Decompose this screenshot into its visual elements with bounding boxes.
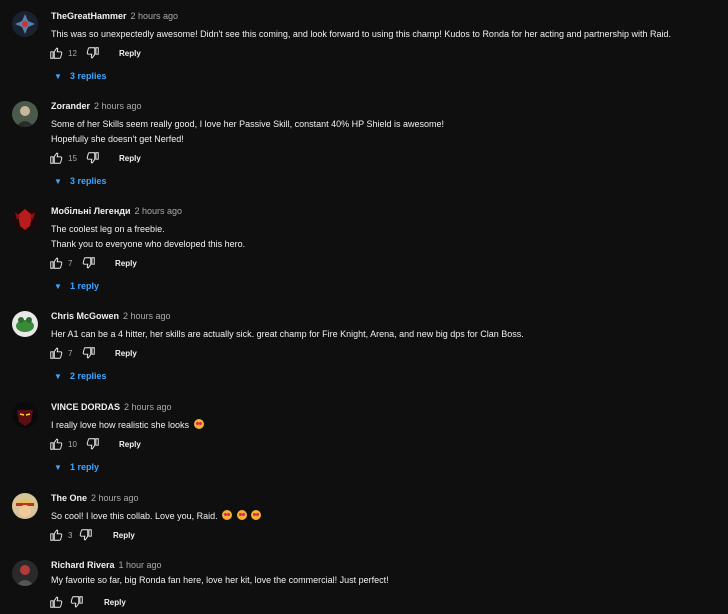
author-name[interactable]: VINCE DORDAS <box>51 402 120 412</box>
comment-text: I really love how realistic she looks <box>51 418 204 433</box>
comment-line: My favorite so far, big Ronda fan here, … <box>51 575 389 585</box>
comment-text: So cool! I love this collab. Love you, R… <box>51 509 262 524</box>
author-name[interactable]: Zorander <box>51 101 90 111</box>
avatar[interactable] <box>12 11 38 37</box>
comment-text: This was so unexpectedly awesome! Didn't… <box>51 27 671 42</box>
thumbs-down-icon[interactable] <box>86 46 100 60</box>
thumbs-down-icon[interactable] <box>79 528 93 542</box>
timestamp[interactable]: 2 hours ago <box>124 402 172 412</box>
view-replies-button[interactable]: ▼ 3 replies <box>54 176 107 186</box>
comment-text: Her A1 can be a 4 hitter, her skills are… <box>51 327 524 342</box>
replies-label: 1 reply <box>70 462 100 472</box>
thumbs-up-icon[interactable] <box>49 151 63 165</box>
like-count: 7 <box>68 259 73 268</box>
like-count: 10 <box>68 440 77 449</box>
timestamp[interactable]: 1 hour ago <box>119 560 162 570</box>
comment-line-text: I really love how realistic she looks <box>51 420 190 430</box>
view-replies-button[interactable]: ▼ 1 reply <box>54 281 99 291</box>
thumbs-up-icon[interactable] <box>49 46 63 60</box>
avatar[interactable] <box>12 402 38 428</box>
thumbs-up-icon[interactable] <box>49 437 63 451</box>
comment-header: TheGreatHammer 2 hours ago <box>51 11 178 21</box>
thumbs-down-icon[interactable] <box>70 595 84 609</box>
thumbs-down-icon[interactable] <box>82 346 96 360</box>
chevron-down-icon: ▼ <box>54 372 62 381</box>
comment-header: Zorander 2 hours ago <box>51 101 142 111</box>
reply-button[interactable]: Reply <box>119 49 141 58</box>
reply-button[interactable]: Reply <box>119 154 141 163</box>
thumbs-up-icon[interactable] <box>49 595 63 609</box>
replies-label: 3 replies <box>70 71 107 81</box>
timestamp[interactable]: 2 hours ago <box>94 101 142 111</box>
comment-line: Her A1 can be a 4 hitter, her skills are… <box>51 329 524 339</box>
view-replies-button[interactable]: ▼ 2 replies <box>54 371 107 381</box>
comment-line: Hopefully she doesn't get Nerfed! <box>51 134 184 144</box>
comment-text: My favorite so far, big Ronda fan here, … <box>51 573 389 588</box>
chevron-down-icon: ▼ <box>54 282 62 291</box>
comment-line: I really love how realistic she looks <box>51 418 204 433</box>
thumbs-down-icon[interactable] <box>86 151 100 165</box>
comment-text: Some of her Skills seem really good, I l… <box>51 117 444 147</box>
like-count: 12 <box>68 49 77 58</box>
comment-line: Thank you to everyone who developed this… <box>51 239 246 249</box>
smiling-face-with-hearts-emoji-icon <box>251 510 262 520</box>
comment-header: Richard Rivera 1 hour ago <box>51 560 162 570</box>
thumbs-up-icon[interactable] <box>49 346 63 360</box>
timestamp[interactable]: 2 hours ago <box>135 206 183 216</box>
comment-line: So cool! I love this collab. Love you, R… <box>51 509 262 524</box>
author-name[interactable]: Chris McGowen <box>51 311 119 321</box>
thumbs-up-icon[interactable] <box>49 528 63 542</box>
reply-button[interactable]: Reply <box>113 531 135 540</box>
thumbs-down-icon[interactable] <box>82 256 96 270</box>
comment-line-text: So cool! I love this collab. Love you, R… <box>51 511 218 521</box>
comment-line: Some of her Skills seem really good, I l… <box>51 119 445 129</box>
smiling-face-with-hearts-emoji-icon <box>236 510 247 520</box>
timestamp[interactable]: 2 hours ago <box>91 493 139 503</box>
timestamp[interactable]: 2 hours ago <box>131 11 179 21</box>
reply-button[interactable]: Reply <box>115 259 137 268</box>
author-name[interactable]: Мобільні Легенди <box>51 206 131 216</box>
smiling-face-with-hearts-emoji-icon <box>222 510 233 520</box>
author-name[interactable]: Richard Rivera <box>51 560 115 570</box>
avatar[interactable] <box>12 206 38 232</box>
comment-line: This was so unexpectedly awesome! Didn't… <box>51 29 672 39</box>
comment-header: Мобільні Легенди 2 hours ago <box>51 206 182 216</box>
chevron-down-icon: ▼ <box>54 72 62 81</box>
author-name[interactable]: The One <box>51 493 87 503</box>
comment-line: The coolest leg on a freebie. <box>51 224 165 234</box>
avatar[interactable] <box>12 560 38 586</box>
view-replies-button[interactable]: ▼ 1 reply <box>54 462 99 472</box>
avatar[interactable] <box>12 311 38 337</box>
chevron-down-icon: ▼ <box>54 463 62 472</box>
timestamp[interactable]: 2 hours ago <box>123 311 171 321</box>
thumbs-down-icon[interactable] <box>86 437 100 451</box>
comment-text: The coolest leg on a freebie. Thank you … <box>51 222 245 252</box>
like-count: 7 <box>68 349 73 358</box>
replies-label: 1 reply <box>70 281 100 291</box>
like-count: 3 <box>68 531 73 540</box>
reply-button[interactable]: Reply <box>119 440 141 449</box>
chevron-down-icon: ▼ <box>54 177 62 186</box>
replies-label: 2 replies <box>70 371 107 381</box>
comment-header: The One 2 hours ago <box>51 493 139 503</box>
view-replies-button[interactable]: ▼ 3 replies <box>54 71 107 81</box>
heart-eyes-emoji-icon <box>193 419 204 429</box>
avatar[interactable] <box>12 101 38 127</box>
like-count: 15 <box>68 154 77 163</box>
comment-header: Chris McGowen 2 hours ago <box>51 311 171 321</box>
replies-label: 3 replies <box>70 176 107 186</box>
author-name[interactable]: TheGreatHammer <box>51 11 127 21</box>
thumbs-up-icon[interactable] <box>49 256 63 270</box>
reply-button[interactable]: Reply <box>104 598 126 607</box>
comment-header: VINCE DORDAS 2 hours ago <box>51 402 172 412</box>
reply-button[interactable]: Reply <box>115 349 137 358</box>
avatar[interactable] <box>12 493 38 519</box>
